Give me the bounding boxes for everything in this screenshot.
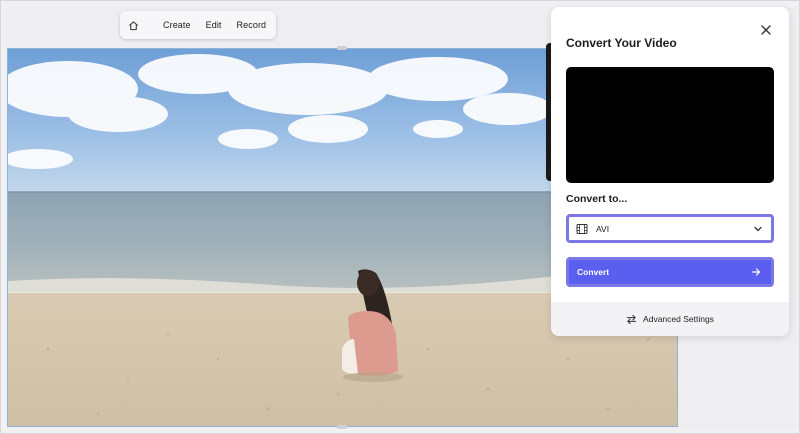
dialog-title: Convert Your Video — [566, 36, 677, 50]
app-window: Create Edit Record Convert Your Video Co… — [0, 0, 800, 434]
convert-to-label: Convert to... — [566, 193, 628, 205]
format-dropdown[interactable]: AVI — [566, 214, 774, 243]
advanced-settings-label: Advanced Settings — [643, 314, 714, 324]
toolbar-edit[interactable]: Edit — [206, 20, 222, 30]
convert-button[interactable]: Convert — [566, 257, 774, 287]
chevron-down-icon — [754, 226, 762, 231]
home-button[interactable] — [128, 16, 139, 34]
resize-handle-top[interactable] — [337, 46, 347, 50]
close-button[interactable] — [759, 23, 773, 37]
arrow-right-icon — [751, 268, 761, 276]
film-icon — [576, 223, 588, 234]
toolbar-create[interactable]: Create — [163, 20, 191, 30]
advanced-settings-button[interactable]: Advanced Settings — [551, 302, 789, 336]
swap-arrows-icon — [626, 314, 637, 324]
toolbar-record[interactable]: Record — [237, 20, 267, 30]
top-toolbar: Create Edit Record — [120, 11, 276, 39]
resize-handle-bottom[interactable] — [337, 425, 347, 429]
convert-video-dialog: Convert Your Video Convert to... AVI Con… — [551, 7, 789, 336]
selected-format: AVI — [596, 223, 610, 234]
home-icon — [129, 20, 138, 30]
convert-button-label: Convert — [577, 267, 610, 277]
close-icon — [761, 25, 771, 35]
conversion-preview — [566, 67, 774, 183]
